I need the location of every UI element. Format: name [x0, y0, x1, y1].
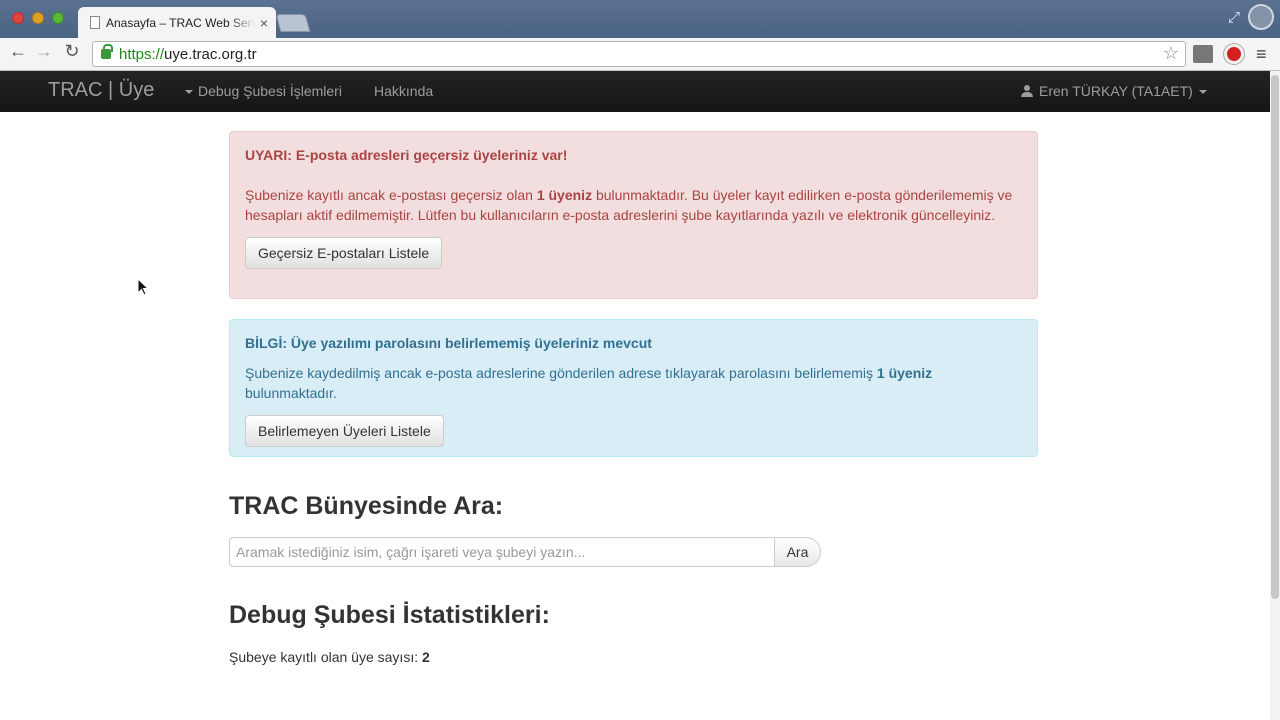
- zoom-window-button[interactable]: [52, 12, 64, 24]
- alert-body: Şubenize kayıtlı ancak e-postası geçersi…: [245, 185, 1022, 225]
- search-group: Ara: [229, 537, 821, 567]
- browser-titlebar: Anasayfa – TRAC Web Servisleri × ⤢: [0, 0, 1280, 38]
- fullscreen-icon[interactable]: ⤢: [1228, 9, 1240, 26]
- nav-debug-label: Debug Şubesi İşlemleri: [198, 83, 342, 99]
- adblock-icon[interactable]: [1224, 44, 1244, 64]
- url-host: uye.trac.org.tr: [164, 45, 257, 63]
- list-unset-members-button[interactable]: Belirlemeyen Üyeleri Listele: [245, 415, 444, 447]
- address-bar[interactable]: https:// uye.trac.org.tr ☆: [92, 41, 1186, 67]
- page-scrollbar[interactable]: [1270, 71, 1280, 720]
- alert-text: bulunmaktadır.: [245, 385, 337, 401]
- alert-body: Şubenize kaydedilmiş ancak e-posta adres…: [245, 363, 1022, 403]
- search-button[interactable]: Ara: [774, 537, 821, 567]
- member-count-value: 2: [422, 649, 430, 665]
- hamburger-menu-icon[interactable]: ≡: [1256, 44, 1267, 65]
- alert-title: BİLGİ: Üye yazılımı parolasını belirleme…: [245, 335, 652, 351]
- url-scheme: https://: [119, 45, 165, 63]
- stats-heading: Debug Şubesi İstatistikleri:: [229, 601, 550, 629]
- alert-count: 1 üyeniz: [536, 187, 593, 203]
- list-invalid-emails-button[interactable]: Geçersiz E-postaları Listele: [245, 237, 443, 269]
- new-tab-button[interactable]: [275, 14, 311, 32]
- user-menu[interactable]: Eren TÜRKAY (TA1AET): [1021, 83, 1207, 99]
- forward-arrow-icon[interactable]: →: [33, 41, 55, 62]
- scrollbar-thumb[interactable]: [1271, 75, 1279, 599]
- brand-link[interactable]: TRAC | Üye: [48, 79, 154, 102]
- user-icon: [1021, 85, 1033, 97]
- alert-text: Şubenize kayıtlı ancak e-postası geçersi…: [245, 187, 537, 203]
- page-viewport: TRAC | Üye Debug Şubesi İşlemleri Hakkın…: [0, 71, 1270, 720]
- tab-title: Anasayfa – TRAC Web Servisleri: [106, 15, 256, 30]
- browser-toolbar: ← → ↻ https:// uye.trac.org.tr ☆: [0, 38, 1280, 71]
- star-icon[interactable]: ☆: [1163, 43, 1179, 64]
- tab-close-icon[interactable]: ×: [260, 15, 268, 31]
- site-navbar: TRAC | Üye Debug Şubesi İşlemleri Hakkın…: [0, 71, 1270, 112]
- reload-icon[interactable]: ↻: [61, 41, 83, 62]
- caret-down-icon: [1198, 90, 1207, 95]
- browser-tab-active[interactable]: Anasayfa – TRAC Web Servisleri ×: [78, 7, 276, 38]
- member-count-label: Şubeye kayıtlı olan üye sayısı:: [229, 649, 422, 665]
- back-arrow-icon[interactable]: ←: [7, 41, 29, 62]
- alert-title: UYARI: E-posta adresleri geçersiz üyeler…: [245, 147, 568, 163]
- search-input[interactable]: [229, 537, 774, 567]
- nav-debug-menu[interactable]: Debug Şubesi İşlemleri: [185, 83, 342, 99]
- search-heading: TRAC Bünyesinde Ara:: [229, 492, 504, 520]
- minimize-window-button[interactable]: [32, 12, 44, 24]
- lock-icon: [101, 44, 113, 59]
- alert-count: 1 üyeniz: [876, 365, 933, 381]
- member-count-line: Şubeye kayıtlı olan üye sayısı: 2: [229, 649, 430, 665]
- incognito-icon: [1248, 4, 1274, 30]
- close-window-button[interactable]: [12, 12, 24, 24]
- nav-about-link[interactable]: Hakkında: [374, 83, 433, 99]
- invalid-email-alert: UYARI: E-posta adresleri geçersiz üyeler…: [229, 131, 1038, 299]
- alert-text: Şubenize kaydedilmiş ancak e-posta adres…: [245, 365, 877, 381]
- document-icon: [90, 16, 100, 29]
- user-name: Eren TÜRKAY (TA1AET): [1039, 83, 1193, 99]
- caret-down-icon: [185, 90, 193, 95]
- password-info-alert: BİLGİ: Üye yazılımı parolasını belirleme…: [229, 319, 1038, 457]
- extension-icon[interactable]: [1193, 45, 1213, 63]
